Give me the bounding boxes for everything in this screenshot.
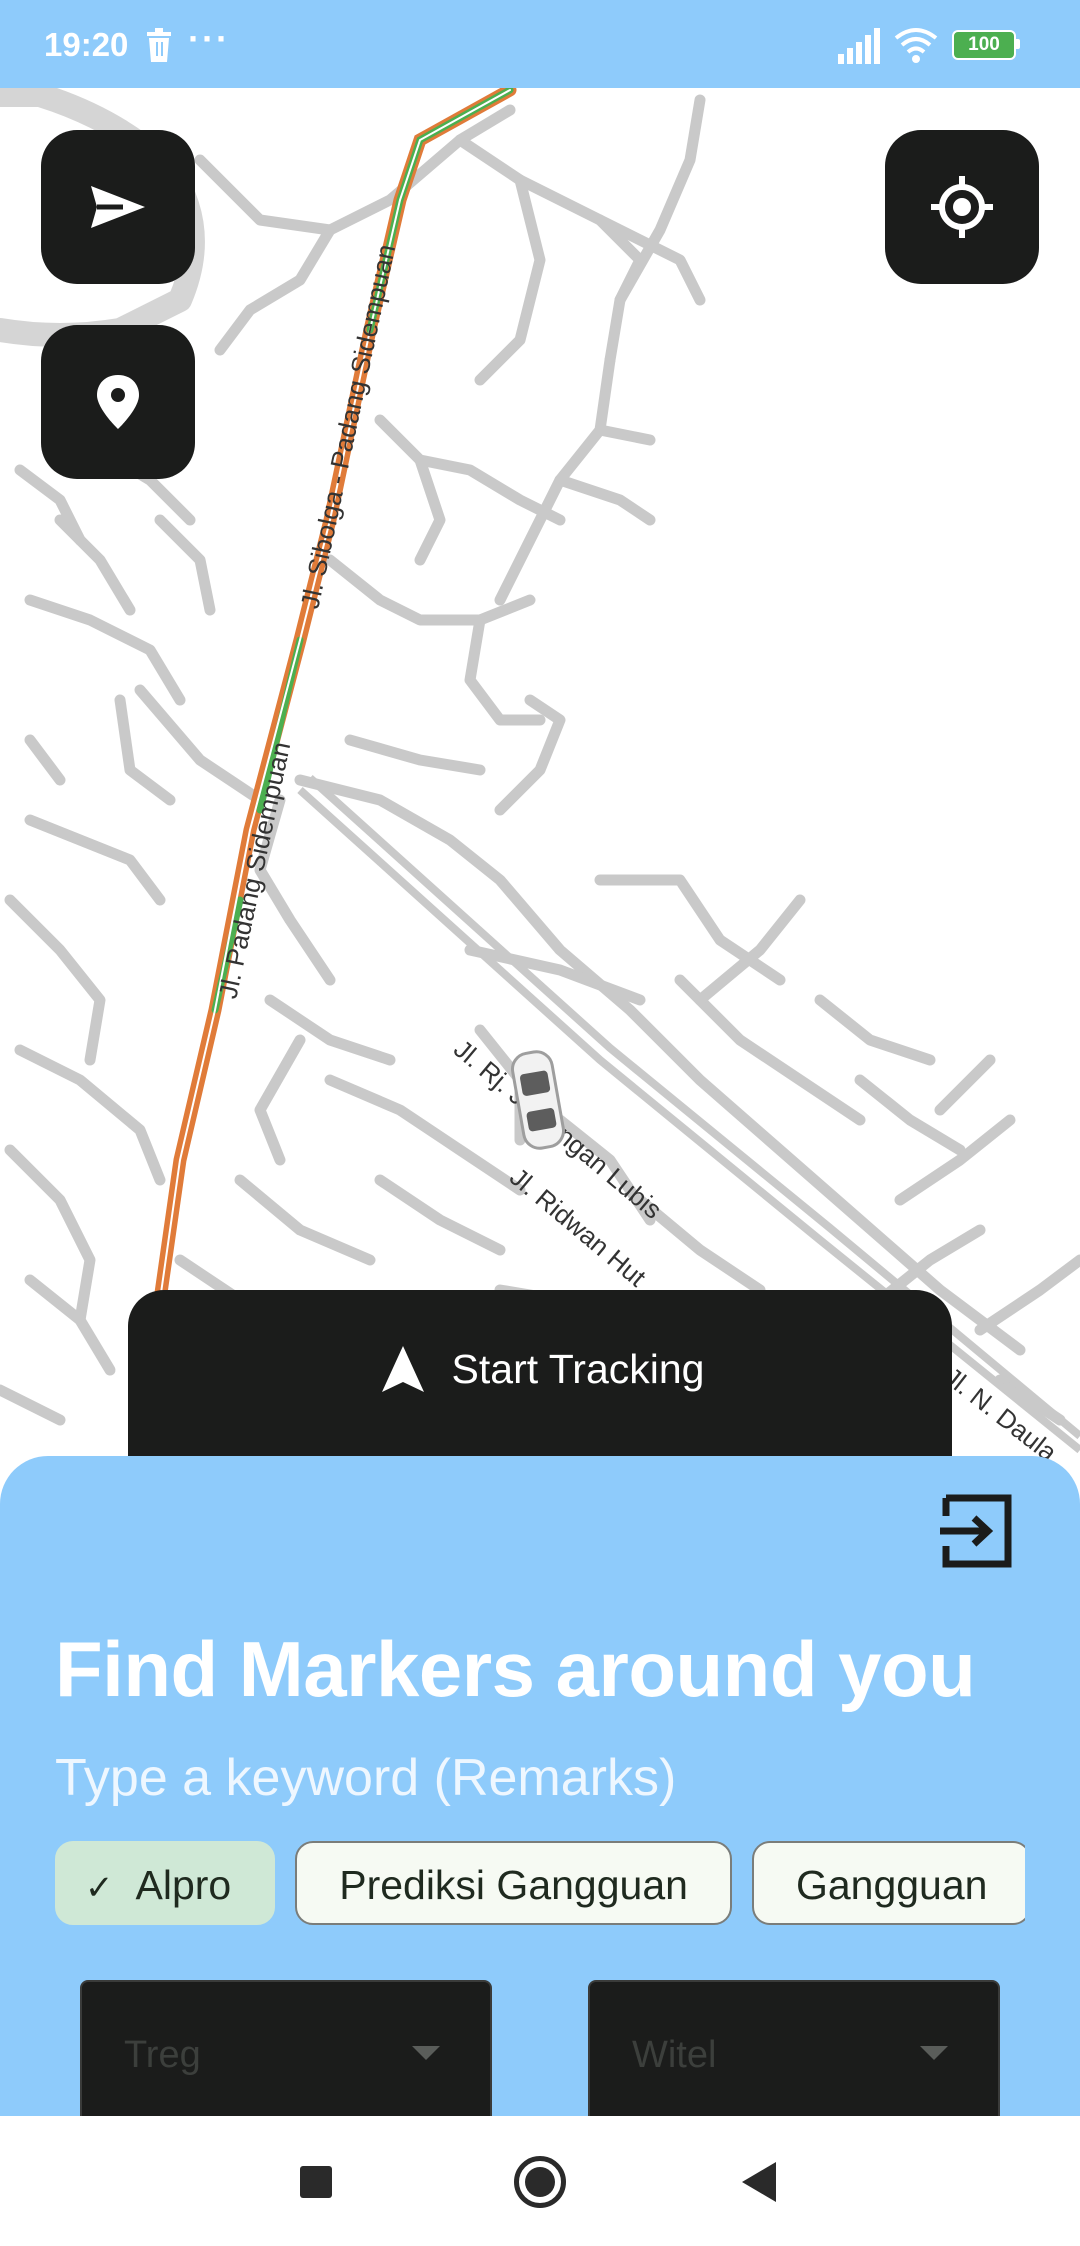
chevron-down-icon <box>920 2046 948 2060</box>
status-bar: 19:20 ··· 100 <box>0 0 1080 88</box>
my-location-icon <box>931 176 993 238</box>
sheet-title: Find Markers around you <box>55 1625 976 1713</box>
filter-chips: ✓ Alpro Prediksi Gangguan Gangguan <box>55 1841 1025 1933</box>
my-location-button[interactable] <box>885 130 1039 284</box>
check-icon: ✓ <box>85 1869 114 1907</box>
system-nav-bar <box>0 2116 1080 2246</box>
start-tracking-button[interactable]: Start Tracking <box>128 1290 952 1480</box>
chevron-down-icon <box>412 2046 440 2060</box>
keyword-search-input[interactable] <box>55 1746 1015 1810</box>
treg-dropdown[interactable]: Treg <box>80 1980 492 2116</box>
battery-icon: 100 <box>952 30 1020 60</box>
chip-gangguan[interactable]: Gangguan <box>751 1841 1025 1925</box>
location-pin-icon <box>97 375 139 429</box>
chip-label: Gangguan <box>795 1862 988 1908</box>
navigate-button[interactable] <box>41 130 195 284</box>
witel-dropdown[interactable]: Witel <box>588 1980 1000 2116</box>
send-icon <box>91 186 145 228</box>
navigation-arrow-icon <box>381 1346 424 1392</box>
battery-level: 100 <box>952 30 1016 60</box>
back-button[interactable] <box>742 2162 776 2202</box>
exit-icon[interactable] <box>938 1492 1016 1570</box>
chip-label: Alpro <box>135 1862 232 1908</box>
signal-icon <box>838 28 880 64</box>
witel-dropdown-label: Witel <box>632 2034 717 2076</box>
map-view[interactable]: Jl. Sibolga - Padang Sidempuan Jl. Padan… <box>0 88 1080 1488</box>
trash-icon <box>147 28 171 62</box>
chip-prediksi-gangguan[interactable]: Prediksi Gangguan <box>295 1841 732 1925</box>
status-time: 19:20 <box>44 26 129 63</box>
treg-dropdown-label: Treg <box>124 2034 201 2076</box>
home-button[interactable] <box>514 2156 566 2208</box>
map-canvas: Jl. Sibolga - Padang Sidempuan Jl. Padan… <box>0 88 1080 1468</box>
bottom-sheet: Find Markers around you ✓ Alpro Prediksi G… <box>0 1456 1080 2116</box>
recents-button[interactable] <box>300 2166 332 2198</box>
more-dots-icon: ··· <box>188 18 230 59</box>
add-marker-button[interactable] <box>41 325 195 479</box>
start-tracking-label: Start Tracking <box>451 1345 705 1392</box>
chip-label: Prediksi Gangguan <box>339 1862 688 1908</box>
chip-alpro[interactable]: ✓ Alpro <box>55 1841 276 1925</box>
wifi-icon <box>894 28 938 63</box>
